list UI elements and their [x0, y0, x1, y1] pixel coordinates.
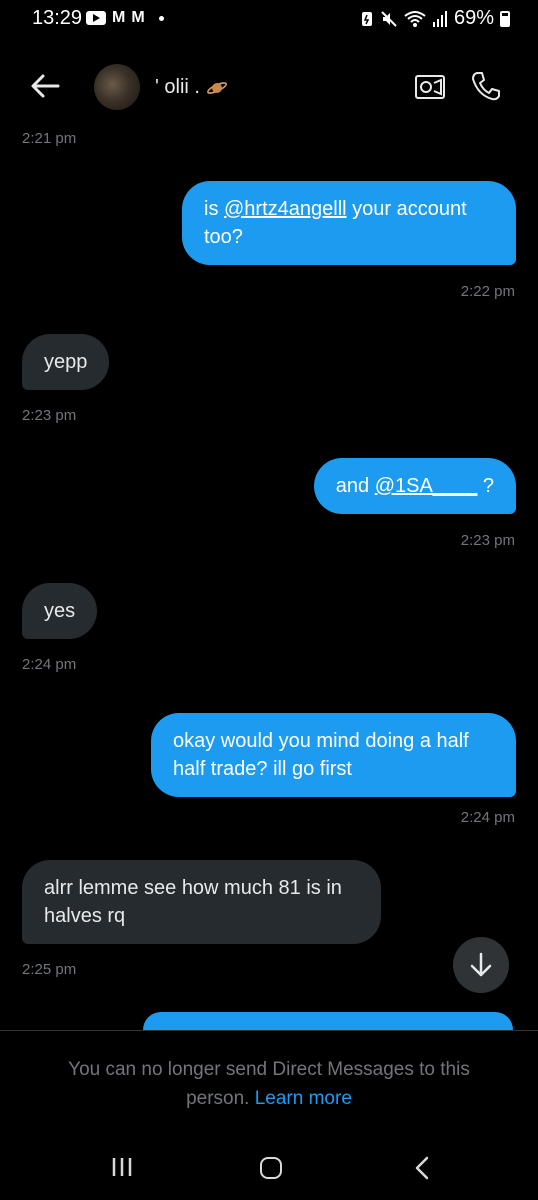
message-text: and — [335, 475, 375, 497]
battery-icon — [500, 10, 510, 27]
message-text: yes — [44, 600, 76, 622]
message-text: ? — [477, 475, 494, 497]
recents-icon[interactable] — [110, 1156, 134, 1178]
learn-more-link[interactable]: Learn more — [255, 1088, 352, 1109]
message-bubble-outgoing[interactable]: okay would you mind doing a half half tr… — [151, 713, 516, 797]
message-timestamp: 2:23 pm — [22, 407, 77, 424]
message-text: alrr lemme see how much 81 is in — [44, 877, 342, 899]
message-bubble-outgoing-partial[interactable] — [143, 1012, 513, 1030]
phone-call-icon[interactable] — [470, 70, 502, 102]
message-bubble-incoming[interactable]: yepp — [22, 334, 110, 390]
message-timestamp: 2:22 pm — [460, 283, 515, 300]
dm-disabled-notice: You can no longer send Direct Messages t… — [40, 1055, 498, 1113]
system-icons: 69% — [360, 7, 510, 30]
gmail-icon: M — [131, 9, 145, 26]
contact-name-text: ' olii . — [155, 76, 200, 98]
message-timestamp: 2:24 pm — [460, 809, 515, 826]
message-bubble-outgoing[interactable]: is @hrtz4angelll your account too? — [182, 181, 516, 265]
planet-icon — [207, 81, 227, 94]
battery-percent: 69% — [453, 7, 494, 29]
mention-link[interactable]: @hrtz4angelll — [224, 198, 347, 220]
gmail-icon: M — [112, 9, 126, 26]
notice-text: person. — [186, 1088, 250, 1109]
message-text: halves rq — [44, 905, 126, 927]
notice-text: You can no longer send Direct Messages t… — [68, 1059, 470, 1080]
message-text: half trade? ill go first — [173, 758, 352, 780]
avatar[interactable] — [94, 64, 140, 110]
wifi-icon — [404, 10, 426, 27]
mention-link[interactable]: @1SA____ — [375, 475, 478, 497]
message-text: your account — [346, 198, 467, 220]
contact-name[interactable]: ' olii . — [155, 76, 228, 99]
scroll-to-bottom-button[interactable] — [453, 937, 509, 993]
signal-icon — [432, 10, 447, 27]
notification-icons: M M — [86, 10, 164, 26]
message-text: too? — [204, 226, 243, 248]
back-arrow-icon[interactable] — [28, 70, 64, 102]
divider — [0, 1030, 538, 1031]
more-notifications-icon — [158, 15, 164, 21]
message-bubble-incoming[interactable]: yes — [22, 583, 98, 639]
message-bubble-outgoing[interactable]: and @1SA____ ? — [313, 458, 516, 514]
message-timestamp: 2:24 pm — [22, 656, 77, 673]
message-timestamp: 2:23 pm — [460, 532, 515, 549]
message-text: okay would you mind doing a half — [173, 730, 469, 752]
message-text: yepp — [44, 351, 88, 373]
message-bubble-incoming[interactable]: alrr lemme see how much 81 is in halves … — [22, 860, 381, 944]
youtube-icon — [86, 11, 106, 25]
mute-icon — [381, 10, 397, 27]
arrow-down-icon — [470, 952, 492, 977]
home-icon[interactable] — [260, 1157, 282, 1179]
system-navigation-bar — [0, 1138, 538, 1198]
status-time: 13:29 — [32, 7, 83, 29]
message-timestamp: 2:21 pm — [22, 130, 77, 147]
system-back-icon[interactable] — [412, 1156, 432, 1180]
status-bar: 13:29 M M 69% — [0, 0, 538, 40]
conversation-header: ' olii . — [0, 56, 538, 116]
battery-saver-icon — [361, 11, 372, 26]
video-call-icon[interactable] — [414, 72, 446, 102]
message-timestamp: 2:25 pm — [22, 961, 77, 978]
message-text: is — [204, 198, 224, 220]
